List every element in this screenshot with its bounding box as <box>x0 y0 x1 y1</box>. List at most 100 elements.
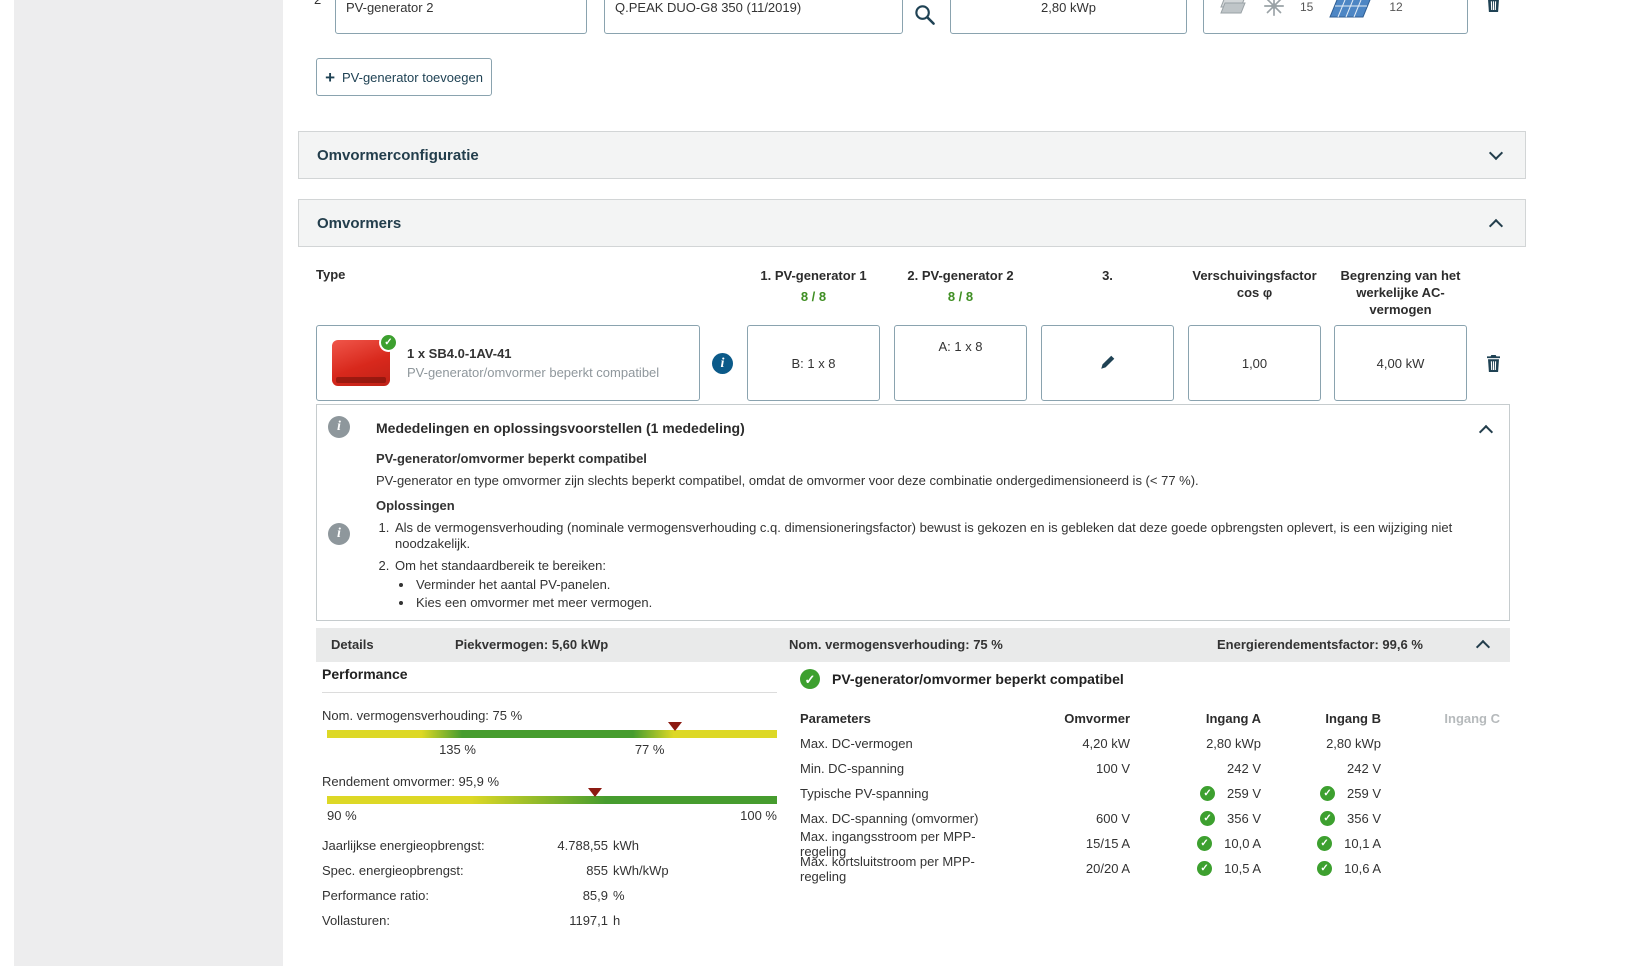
performance-stats: Jaarlijkse energieopbrengst: 4.788,55 kW… <box>322 837 777 929</box>
stat-unit: kWh/kWp <box>613 863 669 878</box>
info-icon[interactable] <box>712 353 733 374</box>
gen1-assignment-field[interactable]: B: 1 x 8 <box>747 325 880 401</box>
column-header-type: Type <box>316 267 346 282</box>
add-pv-generator-button[interactable]: PV-generator toevoegen <box>316 58 492 96</box>
check-icon <box>1320 786 1336 801</box>
solutions-heading: Oplossingen <box>376 498 455 513</box>
add-pv-generator-label: PV-generator toevoegen <box>342 69 483 85</box>
param-input-b-value: 242 V <box>1265 756 1385 781</box>
param-inverter-value: 600 V <box>1096 811 1130 826</box>
section-omvormerconfiguratie[interactable]: Omvormerconfiguratie <box>298 131 1526 179</box>
gauge1-bar <box>327 722 777 738</box>
param-inverter-value: 100 V <box>1096 761 1130 776</box>
param-input-a-value: 259 V <box>1130 781 1265 806</box>
param-label: Max. kortsluitstroom per MPP-regeling <box>800 853 975 884</box>
param-input-c-value <box>1385 856 1500 881</box>
details-energy-factor: Energierendementsfactor: 99,6 % <box>1217 637 1423 652</box>
solution-2a-item: Verminder het aantal PV-panelen. <box>414 577 1475 594</box>
pv-peak-power-field[interactable]: 2,80 kWp <box>950 0 1187 34</box>
inverter-status-text: PV-generator/omvormer beperkt compatibel <box>407 365 660 380</box>
chevron-down-icon[interactable] <box>1488 145 1504 161</box>
param-inverter-value <box>1012 781 1130 806</box>
gauge2-marker-icon <box>587 788 602 797</box>
column-header-ac-begrenzing: Begrenzing van het werkelijke AC- vermog… <box>1334 267 1467 318</box>
gauge2-ticks: 90 % 100 % <box>327 808 777 825</box>
stat-label: Jaarlijkse energieopbrengst: <box>322 838 485 853</box>
value-text: 356 V <box>1347 811 1381 826</box>
check-badge-icon <box>381 335 396 350</box>
param-input-c-value <box>1385 806 1500 831</box>
gen2-assignment-field[interactable]: A: 1 x 8 <box>894 325 1027 401</box>
message-body: PV-generator en type omvormer zijn slech… <box>376 472 1199 488</box>
parameters-table: Parameters Omvormer Ingang A Ingang B In… <box>800 706 1510 884</box>
delete-inverter-icon[interactable] <box>1486 355 1501 375</box>
gauge2-tick-right: 100 % <box>740 808 777 823</box>
param-label: Typische PV-spanning <box>800 786 929 801</box>
value-text: 2,80 kWp <box>1206 736 1261 751</box>
solution-2-sublist: Verminder het aantal PV-panelen. Kies ee… <box>414 577 1475 611</box>
stat-value: 1197,1 <box>569 913 608 928</box>
module-stack-icon <box>1218 0 1248 20</box>
pv-module-input[interactable]: Q.PEAK DUO-G8 350 (11/2019) <box>604 0 903 34</box>
chevron-up-icon[interactable] <box>1488 218 1504 234</box>
gauge1-label: Nom. vermogensverhouding: 75 % <box>322 708 523 723</box>
section-omvormers-title: Omvormers <box>317 214 402 232</box>
param-input-b-value: 356 V <box>1265 806 1385 831</box>
inverter-type-cell[interactable]: 1 x SB4.0-1AV-41 PV-generator/omvormer b… <box>316 325 700 401</box>
search-icon[interactable] <box>913 3 936 29</box>
orientation-value-1: 15 <box>1300 0 1314 14</box>
value-text: 259 V <box>1347 786 1381 801</box>
gauge1-tick-right: 77 % <box>634 742 665 757</box>
sunny-design-page: 2 PV-generator 2 Q.PEAK DUO-G8 350 (11/2… <box>0 0 1632 966</box>
ac-limit-value: 4,00 kW <box>1376 355 1425 371</box>
tilted-panel-icon <box>1328 0 1374 22</box>
pv-orientation-field[interactable]: 15 12 <box>1203 0 1468 34</box>
gauge2-gradient <box>327 796 777 804</box>
pv-name-input[interactable]: PV-generator 2 <box>335 0 587 34</box>
param-input-c-value <box>1385 781 1500 806</box>
details-label: Details <box>331 637 374 652</box>
inverter-image <box>332 335 396 386</box>
gauge1-gradient <box>327 730 777 738</box>
stat-row-spec-yield: Spec. energieopbrengst: 855 kWh/kWp <box>322 862 777 879</box>
details-bar[interactable]: Details Piekvermogen: 5,60 kWp Nom. verm… <box>316 628 1510 662</box>
pv-name-value: PV-generator 2 <box>346 0 434 15</box>
stat-value: 85,9 <box>582 888 608 903</box>
stat-value: 4.788,55 <box>557 838 608 853</box>
chevron-up-icon[interactable] <box>1478 424 1494 440</box>
messages-content: PV-generator/omvormer beperkt compatibel… <box>376 451 1475 616</box>
gauge2-tick-left: 90 % <box>327 808 357 823</box>
param-input-a-value: 2,80 kWp <box>1130 731 1265 756</box>
solution-2b-item: Kies een omvormer met meer vermogen. <box>414 595 1475 612</box>
check-icon <box>1200 786 1216 801</box>
plus-icon <box>325 69 335 86</box>
param-input-c-value <box>1385 731 1500 756</box>
solution-1-text: Als de vermogensverhouding (nominale ver… <box>395 519 1453 552</box>
string-count-badge: 8 / 8 <box>800 289 827 304</box>
pv-module-value: Q.PEAK DUO-G8 350 (11/2019) <box>615 0 802 15</box>
details-nom-ratio: Nom. vermogensverhouding: 75 % <box>789 637 1003 652</box>
gauge1-tick-left: 135 % <box>439 742 476 757</box>
param-header-parameters: Parameters <box>800 711 871 726</box>
solution-2a-text: Verminder het aantal PV-panelen. <box>416 577 611 592</box>
delete-pv-generator-icon[interactable] <box>1486 0 1501 15</box>
info-icon <box>328 523 350 545</box>
chevron-up-icon[interactable] <box>1475 639 1491 655</box>
pencil-icon <box>1099 353 1117 374</box>
gauge1-marker-icon <box>667 722 682 731</box>
sun-icon <box>1263 0 1285 20</box>
section-omvormerconfiguratie-title: Omvormerconfiguratie <box>317 146 479 164</box>
edit-assignment-button[interactable] <box>1041 325 1174 401</box>
performance-section: Performance Nom. vermogensverhouding: 75… <box>322 666 777 937</box>
check-icon <box>1197 836 1213 851</box>
check-icon <box>1200 811 1216 826</box>
ac-limit-field[interactable]: 4,00 kW <box>1334 325 1467 401</box>
orientation-value-2: 12 <box>1389 0 1403 14</box>
solutions-list: Als de vermogensverhouding (nominale ver… <box>393 520 1475 612</box>
check-icon <box>800 669 820 689</box>
section-omvormers[interactable]: Omvormers <box>298 199 1526 247</box>
cos-phi-field[interactable]: 1,00 <box>1188 325 1321 401</box>
check-icon <box>1317 836 1333 851</box>
gauge1-ticks: 135 % 77 % <box>327 742 777 759</box>
column-title: 3. <box>1102 268 1113 283</box>
